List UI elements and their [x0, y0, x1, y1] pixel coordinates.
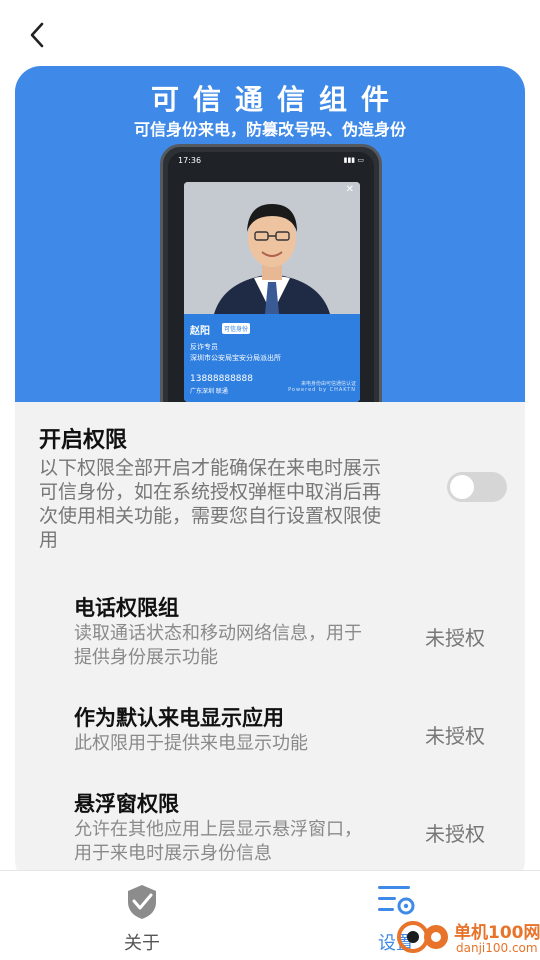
- caller-organization: 深圳市公安局宝安分局派出所: [190, 354, 281, 362]
- watermark-url: danji100.com: [456, 941, 538, 955]
- watermark-logo-icon: [397, 921, 448, 953]
- permission-item-title: 悬浮窗权限: [74, 792, 179, 816]
- back-button[interactable]: [22, 20, 52, 50]
- tab-about[interactable]: 关于: [92, 871, 192, 960]
- caller-id-card: ✕ 赵阳 可信身份 反诈专员 深圳市公安局宝安分局派出所 13888888888…: [184, 182, 360, 402]
- caller-photo: ✕: [184, 182, 360, 314]
- banner-subtitle: 可信身份来电，防篡改号码、伪造身份: [133, 120, 406, 139]
- powered-by-line1: 来电身份由可信通信认证: [300, 381, 356, 387]
- powered-by-line2: Powered by CHAKTN: [288, 387, 356, 393]
- permission-item-description: 允许在其他应用上层显示悬浮窗口，用于来电时展示身份信息: [74, 819, 362, 864]
- phone-mockup: 17:36 ▮▮▮ ▭ ✕ 赵阳 可信身份 反诈专员 深圳市公安局宝安分局派出所…: [160, 144, 382, 402]
- site-watermark: 单机100网 danji100.com: [396, 912, 540, 960]
- caller-location: 广东深圳 联通: [190, 388, 228, 395]
- verified-badge: 可信身份: [222, 323, 251, 334]
- feature-banner: 可信通信组件 可信身份来电，防篡改号码、伪造身份 17:36 ▮▮▮ ▭ ✕ 赵…: [15, 66, 525, 402]
- permission-status: 未授权: [425, 724, 485, 748]
- toggle-knob: [450, 475, 474, 499]
- signal-battery-icon: ▮▮▮ ▭: [343, 156, 364, 164]
- chevron-left-icon: [30, 22, 44, 48]
- caller-info-panel: 赵阳 可信身份 反诈专员 深圳市公安局宝安分局派出所 13888888888 广…: [184, 314, 360, 402]
- tab-label: 关于: [124, 933, 160, 954]
- permission-status: 未授权: [425, 626, 485, 650]
- phone-screen: 17:36 ▮▮▮ ▭ ✕ 赵阳 可信身份 反诈专员 深圳市公安局宝安分局派出所…: [168, 152, 374, 402]
- permissions-card: 可信通信组件 可信身份来电，防篡改号码、伪造身份 17:36 ▮▮▮ ▭ ✕ 赵…: [15, 66, 525, 886]
- phone-time: 17:36: [178, 156, 202, 165]
- permission-item-title: 电话权限组: [74, 596, 179, 620]
- permissions-title: 开启权限: [39, 428, 128, 453]
- caller-name: 赵阳: [190, 326, 210, 337]
- permission-item-title: 作为默认来电显示应用: [74, 706, 284, 730]
- caller-number: 13888888888: [190, 374, 253, 384]
- close-icon: ✕: [345, 184, 354, 195]
- banner-title: 可信通信组件: [150, 83, 403, 116]
- permissions-toggle[interactable]: [447, 472, 507, 502]
- permission-status: 未授权: [425, 822, 485, 846]
- permission-item-description: 读取通话状态和移动网络信息，用于提供身份展示功能: [74, 623, 362, 668]
- watermark-text: 单机100网: [454, 923, 540, 943]
- caller-role: 反诈专员: [190, 343, 218, 351]
- permission-item-description: 此权限用于提供来电显示功能: [74, 733, 308, 754]
- permissions-description: 以下权限全部开启才能确保在来电时展示可信身份，如在系统授权弹框中取消后再次使用相…: [39, 457, 382, 551]
- shield-check-icon: [128, 885, 156, 919]
